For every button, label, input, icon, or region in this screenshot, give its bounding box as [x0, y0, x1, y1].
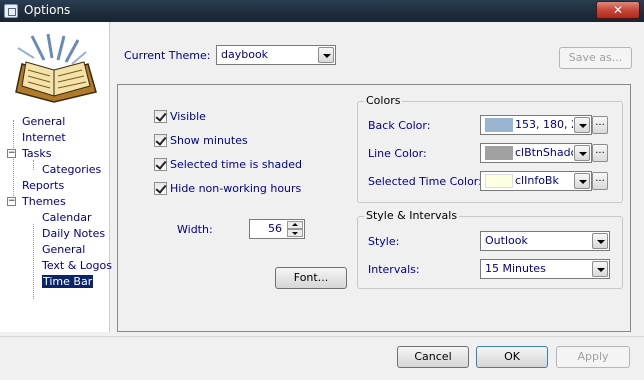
collapse-icon[interactable]: −	[7, 149, 16, 158]
tree-item-tasks[interactable]: − Tasks	[7, 146, 51, 161]
close-button[interactable]: ✕	[596, 1, 640, 19]
window-icon	[4, 4, 18, 18]
colors-group-title: Colors	[364, 94, 403, 107]
style-intervals-group-title: Style & Intervals	[364, 209, 460, 222]
back-color-picker-button[interactable]: ...	[592, 116, 608, 134]
cancel-button[interactable]: Cancel	[397, 346, 469, 368]
checkbox-checked-icon	[154, 182, 167, 195]
tree-item-reports[interactable]: Reports	[22, 178, 64, 193]
selected-time-color-label: Selected Time Color:	[368, 175, 482, 188]
selected-time-color-swatch	[485, 174, 513, 188]
intervals-select[interactable]: 15 Minutes	[480, 259, 610, 279]
tree-item-time-bar[interactable]: Time Bar	[40, 274, 95, 289]
tree-item-themes[interactable]: − Themes	[7, 194, 66, 209]
save-as-button[interactable]: Save as...	[559, 47, 632, 69]
close-icon: ✕	[612, 3, 624, 17]
width-spinner[interactable]: 56	[249, 219, 305, 239]
selected-time-color-select[interactable]: clInfoBk	[480, 171, 592, 191]
style-label: Style:	[368, 235, 400, 248]
line-color-picker-button[interactable]: ...	[592, 144, 608, 162]
tree-item-general[interactable]: General	[22, 114, 65, 129]
title-bar[interactable]: Options ✕	[0, 0, 644, 22]
options-window: Options ✕ General Internet − Tasks Categ…	[0, 0, 644, 380]
font-button[interactable]: Font...	[275, 267, 347, 289]
chevron-down-icon[interactable]	[574, 173, 590, 189]
spin-down-button[interactable]	[287, 229, 303, 237]
tree-item-calendar[interactable]: Calendar	[42, 210, 91, 225]
chevron-down-icon[interactable]	[574, 145, 590, 161]
chevron-down-icon[interactable]	[592, 233, 608, 249]
tree-item-text-logos[interactable]: Text & Logos	[42, 258, 112, 273]
width-label: Width:	[177, 223, 213, 236]
back-color-swatch	[485, 118, 513, 132]
current-theme-label: Current Theme:	[124, 49, 211, 62]
spin-icon[interactable]	[287, 221, 303, 237]
options-tree: General Internet − Tasks Categories Repo…	[0, 22, 112, 332]
checkbox-checked-icon	[154, 158, 167, 171]
tree-item-categories[interactable]: Categories	[42, 162, 101, 177]
chevron-down-icon[interactable]	[318, 47, 334, 63]
ok-button[interactable]: OK	[476, 346, 548, 368]
intervals-label: Intervals:	[368, 263, 420, 276]
line-color-label: Line Color:	[368, 147, 427, 160]
selected-time-color-picker-button[interactable]: ...	[592, 172, 608, 190]
line-color-select[interactable]: clBtnShadow	[480, 143, 592, 163]
collapse-icon[interactable]: −	[7, 197, 16, 206]
spin-up-button[interactable]	[287, 221, 303, 229]
back-color-select[interactable]: 153, 180, 209	[480, 115, 592, 135]
current-theme-select[interactable]: daybook	[216, 45, 336, 65]
checkbox-checked-icon	[154, 134, 167, 147]
tree-item-daily-notes[interactable]: Daily Notes	[42, 226, 105, 241]
footer-divider	[0, 336, 644, 337]
window-title: Options	[24, 3, 71, 17]
tree-item-internet[interactable]: Internet	[22, 130, 66, 145]
line-color-swatch	[485, 146, 513, 160]
chevron-down-icon[interactable]	[574, 117, 590, 133]
checkbox-checked-icon	[154, 110, 167, 123]
tree-item-themes-general[interactable]: General	[42, 242, 85, 257]
book-logo	[15, 33, 97, 103]
style-select[interactable]: Outlook	[480, 231, 610, 251]
apply-button[interactable]: Apply	[556, 346, 630, 368]
chevron-down-icon[interactable]	[592, 261, 608, 277]
back-color-label: Back Color:	[368, 119, 431, 132]
